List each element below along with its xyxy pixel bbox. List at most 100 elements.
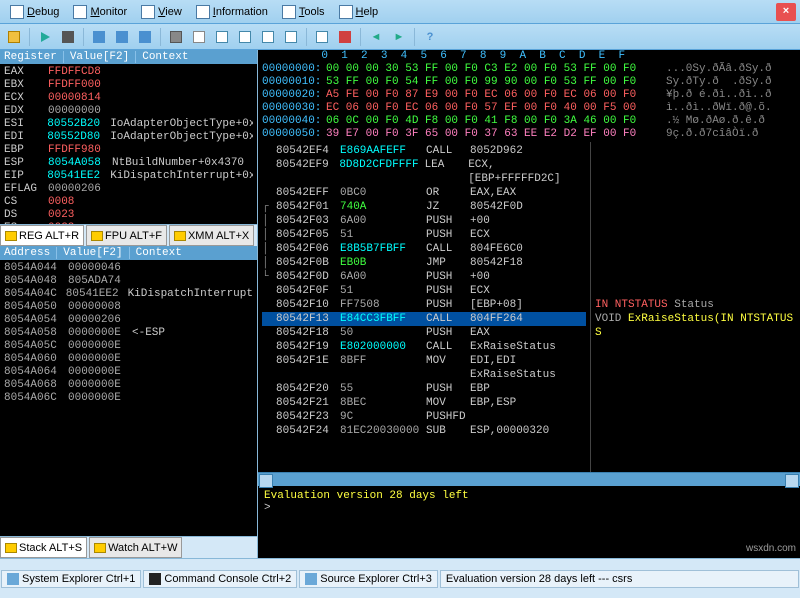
disasm-row[interactable]: 80542F1850PUSHEAX (262, 326, 586, 340)
hex-row[interactable]: 00000050:39 E7 00 F0 3F 65 00 F0 37 63 E… (262, 128, 796, 141)
hex-column-header: 0 1 2 3 4 5 6 7 8 9 A B C D E F (258, 50, 800, 62)
nav-fwd-button[interactable]: ► (389, 27, 409, 47)
tab-stack[interactable]: Stack ALT+S (0, 537, 87, 558)
close-button[interactable]: × (776, 3, 796, 21)
window3-button[interactable] (258, 27, 278, 47)
disasm-row[interactable]: 80542EF4E869AAFEFFCALL8052D962 (262, 144, 586, 158)
window-icon (285, 31, 297, 43)
stack-row[interactable]: 8054A0580000000E<-ESP (4, 327, 253, 340)
menu-information[interactable]: Information (190, 3, 274, 21)
stack-row[interactable]: 8054A06C0000000E (4, 392, 253, 405)
hex-row[interactable]: 00000010:53 FF 00 F0 54 FF 00 F0 99 90 0… (262, 76, 796, 89)
disasm-row[interactable]: 80542F2055PUSHEBP (262, 382, 586, 396)
register-row[interactable]: ESI80552B20IoAdapterObjectType+0x (4, 118, 253, 131)
step-over-icon (116, 31, 128, 43)
hex-row[interactable]: 00000020:A5 FE 00 F0 87 E9 00 F0 EC 06 0… (262, 89, 796, 102)
menu-tools[interactable]: Tools (276, 3, 331, 21)
registers-header: RegisterValue[F2]Context (0, 50, 257, 64)
play-icon (41, 32, 50, 42)
stop-button[interactable] (58, 27, 78, 47)
view-icon (141, 5, 155, 19)
register-row[interactable]: EAXFFDFFCD8 (4, 66, 253, 79)
disasm-row[interactable]: │80542F06E8B5B7FBFFCALL804FE6C0 (262, 242, 586, 256)
register-row[interactable]: DS0023 (4, 209, 253, 222)
step-out-button[interactable] (135, 27, 155, 47)
stack-row[interactable]: 8054A0640000000E (4, 366, 253, 379)
stack-panel[interactable]: 8054A044000000468054A048805ADA748054A04C… (0, 260, 257, 536)
step-into-button[interactable] (89, 27, 109, 47)
info-icon (196, 5, 210, 19)
disasm-row[interactable]: ExRaiseStatus (262, 368, 586, 382)
register-row[interactable]: EBPFFDFF980 (4, 144, 253, 157)
disasm-row[interactable]: 80542F1E8BFFMOVEDI,EDI (262, 354, 586, 368)
stack-row[interactable]: 8054A05400000206 (4, 314, 253, 327)
hex-row[interactable]: 00000040:06 0C 00 F0 4D F8 00 F0 41 F8 0… (262, 115, 796, 128)
help-button[interactable]: ? (420, 27, 440, 47)
stack-row[interactable]: 8054A05C0000000E (4, 340, 253, 353)
symbol-panel: IN NTSTATUS StatusVOID ExRaiseStatus(IN … (590, 142, 800, 472)
menu-debug[interactable]: DDebugebug (4, 3, 65, 21)
stack-row[interactable]: 8054A05000000008 (4, 301, 253, 314)
stack-row[interactable]: 8054A0680000000E (4, 379, 253, 392)
eval-message: Evaluation version 28 days left (264, 490, 794, 502)
tab-watch[interactable]: Watch ALT+W (89, 537, 182, 558)
disasm-row[interactable]: 80542F239CPUSHFD (262, 410, 586, 424)
register-row[interactable]: CS0008 (4, 196, 253, 209)
disasm-row[interactable]: 80542F13E84CC3FBFFCALL804FF264 (262, 312, 586, 326)
tab-reg[interactable]: REG ALT+R (0, 225, 84, 246)
tag-icon (339, 31, 351, 43)
disassembly-panel[interactable]: 80542EF4E869AAFEFFCALL8052D96280542EF98D… (258, 142, 590, 472)
disasm-row[interactable]: └80542F0D6A00PUSH+00 (262, 270, 586, 284)
register-row[interactable]: ECX00000814 (4, 92, 253, 105)
save-button[interactable] (166, 27, 186, 47)
window2-button[interactable] (235, 27, 255, 47)
disasm-row[interactable]: │80542F036A00PUSH+00 (262, 214, 586, 228)
window4-button[interactable] (281, 27, 301, 47)
step-over-button[interactable] (112, 27, 132, 47)
disasm-row[interactable]: 80542F2481EC20030000SUBESP,00000320 (262, 424, 586, 438)
window1-button[interactable] (212, 27, 232, 47)
menu-monitor[interactable]: Monitor (67, 3, 133, 21)
disasm-row[interactable]: 80542EF98D8D2CFDFFFFLEAECX,[EBP+FFFFFD2C… (262, 158, 586, 186)
disasm-row[interactable]: 80542F19E802000000CALLExRaiseStatus (262, 340, 586, 354)
copy-icon (193, 31, 205, 43)
horizontal-scrollbar[interactable] (258, 472, 800, 486)
menu-view[interactable]: View (135, 3, 188, 21)
stack-row[interactable]: 8054A048805ADA74 (4, 275, 253, 288)
status-source-explorer[interactable]: Source Explorer Ctrl+3 (299, 570, 438, 588)
stack-header: AddressValue[F2]Context (0, 246, 257, 260)
disasm-row[interactable]: ┌80542F01740AJZ80542F0D (262, 200, 586, 214)
menu-help[interactable]: Help (333, 3, 385, 21)
bookmark-button[interactable] (312, 27, 332, 47)
tab-xmm[interactable]: XMM ALT+X (169, 225, 254, 246)
hex-row[interactable]: 00000000:00 00 00 30 53 FF 00 F0 C3 E2 0… (262, 63, 796, 76)
stack-row[interactable]: 8054A0600000000E (4, 353, 253, 366)
disasm-row[interactable]: │80542F0BEB0BJMP80542F18 (262, 256, 586, 270)
copy-button[interactable] (189, 27, 209, 47)
register-row[interactable]: EFLAG00000206 (4, 183, 253, 196)
disasm-row[interactable]: 80542EFF0BC0OREAX,EAX (262, 186, 586, 200)
disasm-row[interactable]: │80542F0551PUSHECX (262, 228, 586, 242)
disasm-row[interactable]: 80542F0F51PUSHECX (262, 284, 586, 298)
run-button[interactable] (35, 27, 55, 47)
status-command-console[interactable]: Command Console Ctrl+2 (143, 570, 297, 588)
disasm-row[interactable]: 80542F10FF7508PUSH[EBP+08] (262, 298, 586, 312)
register-row[interactable]: ESP8054A058NtBuildNumber+0x4370 (4, 157, 253, 170)
registers-panel[interactable]: EAXFFDFFCD8EBXFFDFF000ECX00000814EDX0000… (0, 64, 257, 224)
hex-row[interactable]: 00000030:EC 06 00 F0 EC 06 00 F0 57 EF 0… (262, 102, 796, 115)
stack-row[interactable]: 8054A04400000046 (4, 262, 253, 275)
register-row[interactable]: EIP80541EE2KiDispatchInterrupt+0x (4, 170, 253, 183)
tag-button[interactable] (335, 27, 355, 47)
register-row[interactable]: EDX00000000 (4, 105, 253, 118)
hex-dump[interactable]: 00000000:00 00 00 30 53 FF 00 F0 C3 E2 0… (258, 62, 800, 142)
tab-fpu[interactable]: FPU ALT+F (86, 225, 167, 246)
status-system-explorer[interactable]: System Explorer Ctrl+1 (1, 570, 141, 588)
evaluation-console[interactable]: Evaluation version 28 days left > (258, 486, 800, 558)
disasm-row[interactable]: 80542F218BECMOVEBP,ESP (262, 396, 586, 410)
question-icon: ? (427, 31, 434, 43)
register-row[interactable]: EBXFFDFF000 (4, 79, 253, 92)
open-button[interactable] (4, 27, 24, 47)
stack-row[interactable]: 8054A04C80541EE2KiDispatchInterrupt (4, 288, 253, 301)
nav-back-button[interactable]: ◄ (366, 27, 386, 47)
register-row[interactable]: EDI80552D80IoAdapterObjectType+0x (4, 131, 253, 144)
